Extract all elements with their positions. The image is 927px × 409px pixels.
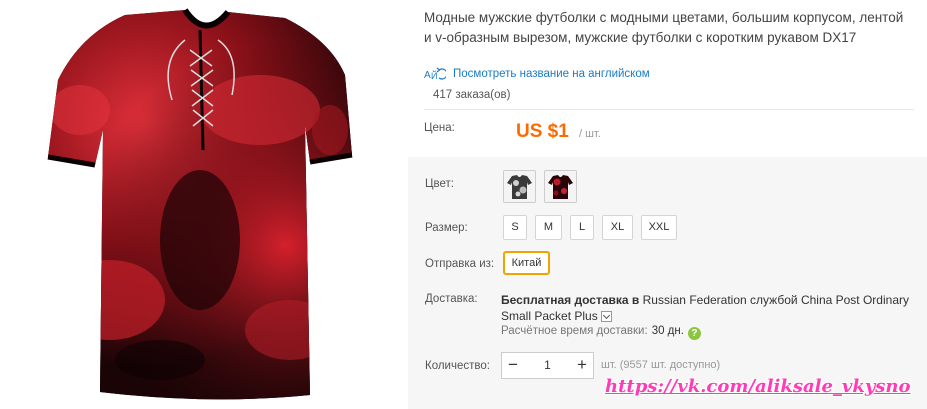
help-icon[interactable]: ?: [687, 327, 701, 340]
free-delivery-text: Бесплатная доставка в: [501, 293, 640, 307]
quantity-decrease-button[interactable]: −: [502, 353, 524, 378]
product-image[interactable]: [0, 0, 408, 409]
quantity-available: шт. (9557 шт. доступно): [601, 359, 721, 371]
translate-link[interactable]: A Й Посмотреть название на английском: [424, 67, 650, 81]
color-label: Цвет:: [425, 178, 454, 190]
orders-count: 417 заказа(ов): [433, 89, 511, 101]
product-title: Модные мужские футболки с модными цветам…: [424, 10, 904, 45]
svg-text:A: A: [424, 70, 431, 81]
ship-from-label: Отправка из:: [425, 258, 495, 270]
eta-label: Расчётное время доставки:: [501, 325, 648, 337]
color-swatch-red[interactable]: [544, 170, 577, 203]
delivery-eta: Расчётное время доставки: 30 дн.?: [501, 325, 701, 340]
color-swatch-white[interactable]: [503, 170, 536, 203]
delivery-info: Бесплатная доставка в Russian Federation…: [501, 292, 911, 324]
watermark: https://vk.com/aliksale_vkysno: [605, 376, 911, 397]
delivery-service-prefix: службой: [750, 293, 798, 307]
delivery-destination: Russian Federation: [642, 293, 747, 307]
eta-value: 30 дн.: [651, 325, 684, 337]
translate-link-label[interactable]: Посмотреть название на английском: [453, 68, 650, 80]
quantity-stepper[interactable]: − 1 +: [501, 352, 594, 379]
size-option-s[interactable]: S: [503, 215, 527, 240]
quantity-label: Количество:: [425, 360, 490, 372]
price-unit: / шт.: [579, 128, 601, 140]
size-option-xxl[interactable]: XXL: [641, 215, 677, 240]
svg-text:Й: Й: [431, 70, 437, 81]
size-option-xl[interactable]: XL: [602, 215, 633, 240]
orders-count-row: 417 заказа(ов): [424, 86, 914, 110]
size-option-l[interactable]: L: [570, 215, 594, 240]
price-value: US $1: [516, 121, 569, 142]
size-label: Размер:: [425, 222, 468, 234]
tshirt-image: [47, 8, 353, 400]
product-info-panel: Модные мужские футболки с модными цветам…: [408, 0, 927, 409]
ship-from-option-china[interactable]: Китай: [503, 251, 550, 275]
size-option-m[interactable]: M: [535, 215, 562, 240]
translate-icon: A Й: [424, 67, 448, 81]
chevron-down-icon[interactable]: [600, 311, 612, 323]
quantity-value[interactable]: 1: [524, 353, 571, 378]
price-label: Цена:: [424, 122, 455, 134]
quantity-increase-button[interactable]: +: [571, 353, 593, 378]
delivery-label: Доставка:: [425, 293, 478, 305]
